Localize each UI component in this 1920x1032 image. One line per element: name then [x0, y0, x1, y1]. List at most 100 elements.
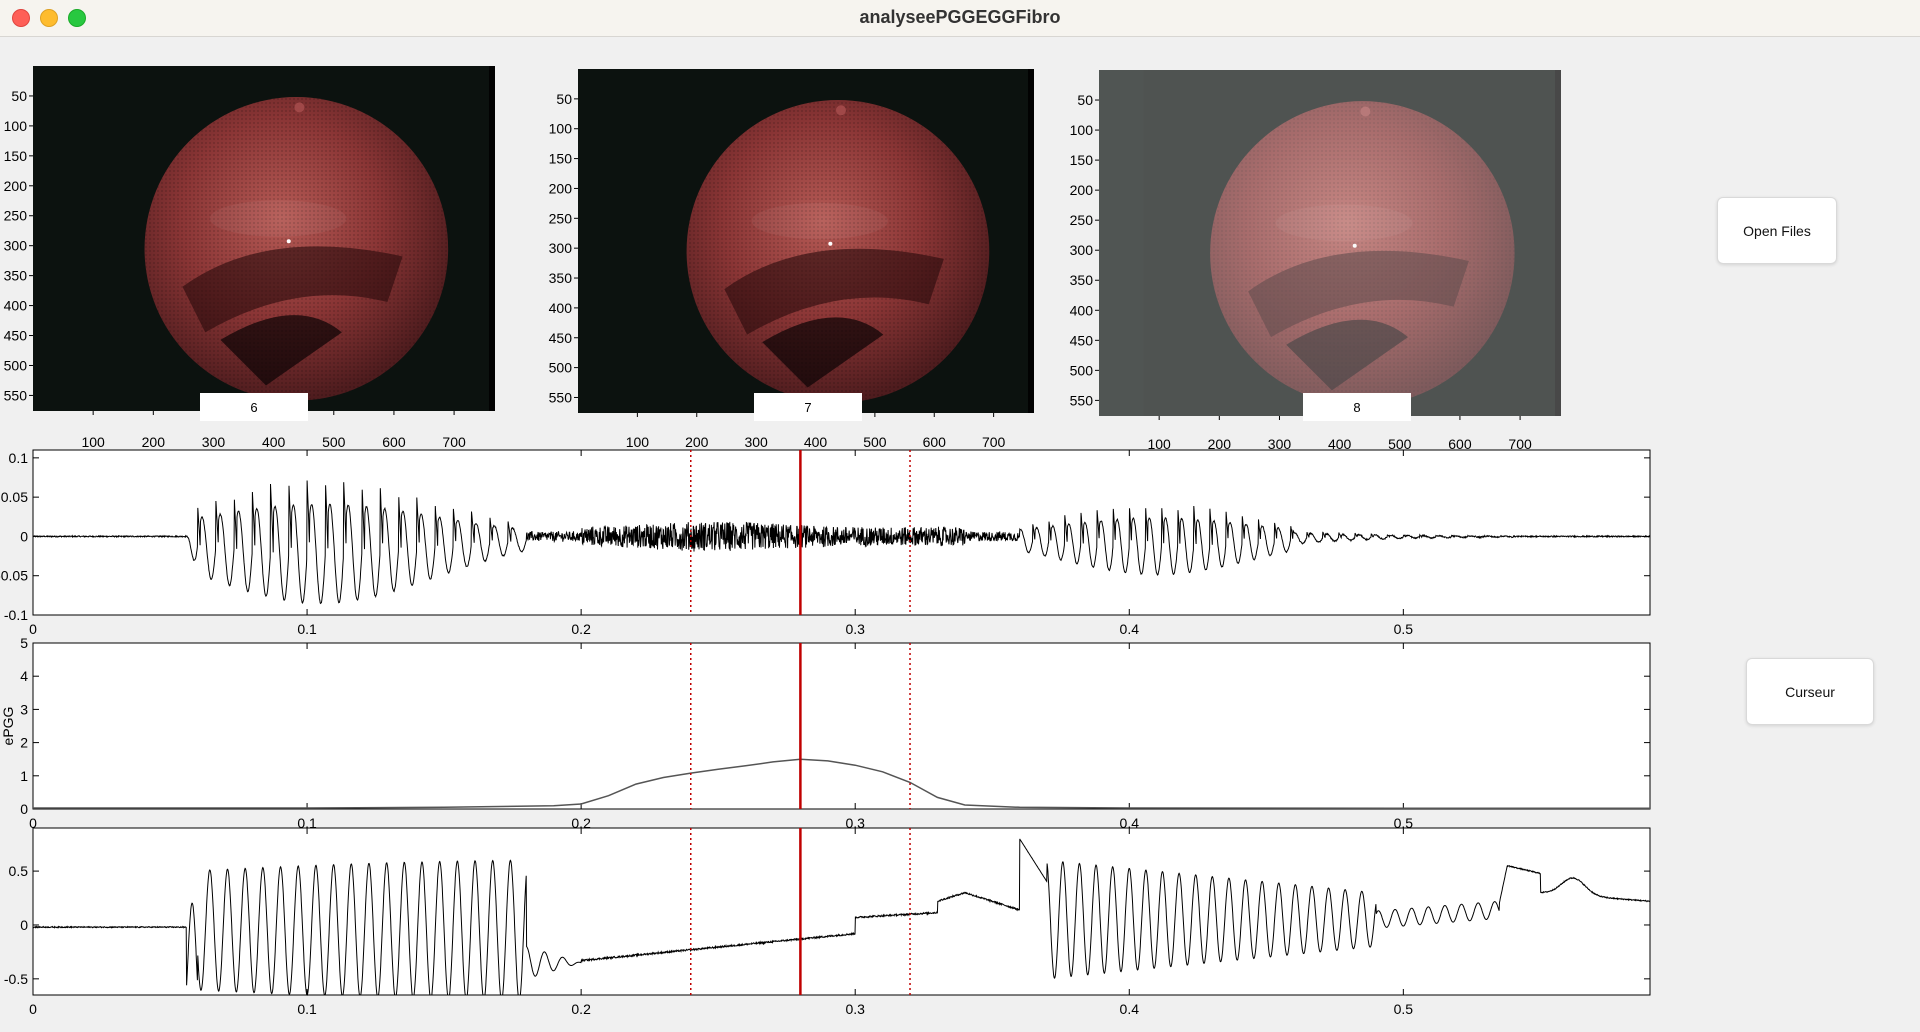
xtick-label-0.4: 0.4 [1120, 621, 1140, 637]
open-files-button[interactable]: Open Files [1717, 197, 1837, 264]
ylabel-epgg: ePGG [0, 707, 16, 746]
xtick-label-100: 100 [81, 434, 105, 450]
ytick-label-400: 400 [549, 300, 573, 316]
ytick-label-4: 4 [20, 668, 28, 684]
ytick-label-350: 350 [1070, 272, 1094, 288]
xtick-label-0.3: 0.3 [845, 621, 865, 637]
ytick-label-1: 1 [20, 768, 28, 784]
xtick-label-700: 700 [442, 434, 466, 450]
ytick-label-550: 550 [1070, 392, 1094, 408]
glint [286, 239, 291, 244]
glint [1352, 243, 1357, 248]
frame-7-label: 7 [754, 393, 862, 421]
ytick-label-0: 0 [20, 528, 28, 544]
ytick-label-250: 250 [1070, 212, 1094, 228]
highlight [751, 202, 888, 240]
plot-audio [32, 449, 1651, 616]
ytick-label-2: 2 [20, 735, 28, 751]
xtick-label-600: 600 [923, 434, 947, 450]
ytick-label-0: 0 [20, 917, 28, 933]
xtick-label-300: 300 [202, 434, 226, 450]
ytick-label--0.1: -0.1 [4, 607, 28, 623]
xtick-label-0: 0 [29, 621, 37, 637]
ytick-label-450: 450 [1070, 332, 1094, 348]
ytick-label-250: 250 [549, 210, 573, 226]
ytick-label-500: 500 [549, 360, 573, 376]
xtick-label-0.4: 0.4 [1120, 1001, 1140, 1017]
ytick-label-300: 300 [4, 238, 28, 254]
ytick-label--0.5: -0.5 [4, 971, 28, 987]
xtick-label-200: 200 [142, 434, 166, 450]
ytick-label-50: 50 [556, 91, 572, 107]
scope-notch [294, 102, 305, 113]
xtick-label-0: 0 [29, 1001, 37, 1017]
highlight [1276, 205, 1413, 242]
ytick-label-550: 550 [4, 387, 28, 403]
xtick-label-0.2: 0.2 [571, 621, 591, 637]
xtick-label-0.3: 0.3 [845, 1001, 865, 1017]
ytick-label-150: 150 [1070, 152, 1094, 168]
figure-svg: 50100150200250300350400450500550100 200 30… [0, 66, 1651, 1017]
xtick-label-0.5: 0.5 [1394, 1001, 1414, 1017]
ytick-label-0.5: 0.5 [9, 863, 29, 879]
xtick-label-300: 300 [744, 434, 768, 450]
ytick-label-350: 350 [549, 270, 573, 286]
ytick-label-500: 500 [4, 357, 28, 373]
scope-notch [835, 105, 846, 116]
ytick-label-200: 200 [4, 178, 28, 194]
title-bar: analyseePGGEGGFibro [0, 0, 1920, 37]
glint [828, 241, 833, 246]
frame-8-image [1099, 70, 1561, 416]
xtick-label-500: 500 [863, 434, 887, 450]
ytick-label-500: 500 [1070, 362, 1094, 378]
ytick-label-200: 200 [549, 180, 573, 196]
plot-egg [32, 827, 1651, 996]
ytick-label-0.05: 0.05 [1, 489, 28, 505]
ytick-label-400: 400 [1070, 302, 1094, 318]
xtick-label-200: 200 [685, 434, 709, 450]
xtick-label-100: 100 [626, 434, 650, 450]
xtick-label-400: 400 [262, 434, 286, 450]
xtick-label-0.5: 0.5 [1394, 621, 1414, 637]
xtick-label-0.1: 0.1 [297, 1001, 317, 1017]
figure-canvas: 50 100 150 200 250 300 350 400 450 500 550 100 200 30… [0, 37, 1920, 1032]
ytick-label-150: 150 [4, 148, 28, 164]
ytick-label--0.05: -0.05 [0, 568, 28, 584]
ytick-label-400: 400 [4, 298, 28, 314]
xtick-label-0.2: 0.2 [571, 1001, 591, 1017]
ytick-label-450: 450 [549, 330, 573, 346]
xtick-label-0.1: 0.1 [297, 621, 317, 637]
window-title: analyseePGGEGGFibro [859, 7, 1061, 27]
ytick-label-450: 450 [4, 328, 28, 344]
frame-7-image [578, 69, 1034, 413]
image-edge [1028, 69, 1034, 413]
image-edge [1555, 70, 1561, 416]
xtick-label-600: 600 [382, 434, 406, 450]
cursor-button[interactable]: Curseur [1746, 658, 1874, 725]
xtick-label-500: 500 [322, 434, 346, 450]
ytick-label-550: 550 [549, 389, 573, 405]
ytick-label-250: 250 [4, 208, 28, 224]
scope-notch [1360, 106, 1371, 117]
ytick-label-100: 100 [4, 118, 28, 134]
ytick-label-50: 50 [1077, 92, 1093, 108]
plot-area [32, 827, 1651, 996]
ytick-label-0.1: 0.1 [9, 450, 29, 466]
frame-6-label: 6 [200, 393, 308, 421]
ytick-label-3: 3 [20, 701, 28, 717]
xtick-label-700: 700 [982, 434, 1006, 450]
xtick-label-400: 400 [804, 434, 828, 450]
ytick-label-200: 200 [1070, 182, 1094, 198]
ytick-label-0: 0 [20, 801, 28, 817]
ytick-label-300: 300 [549, 240, 573, 256]
plot-epgg [32, 642, 1651, 810]
ytick-label-100: 100 [549, 121, 573, 137]
ytick-label-50: 50 [11, 88, 27, 104]
ytick-label-350: 350 [4, 268, 28, 284]
plot-area [32, 642, 1651, 810]
frame-6-image [33, 66, 495, 411]
ytick-label-300: 300 [1070, 242, 1094, 258]
image-edge [489, 66, 495, 411]
frame-8-label: 8 [1303, 393, 1411, 421]
highlight [209, 200, 347, 237]
